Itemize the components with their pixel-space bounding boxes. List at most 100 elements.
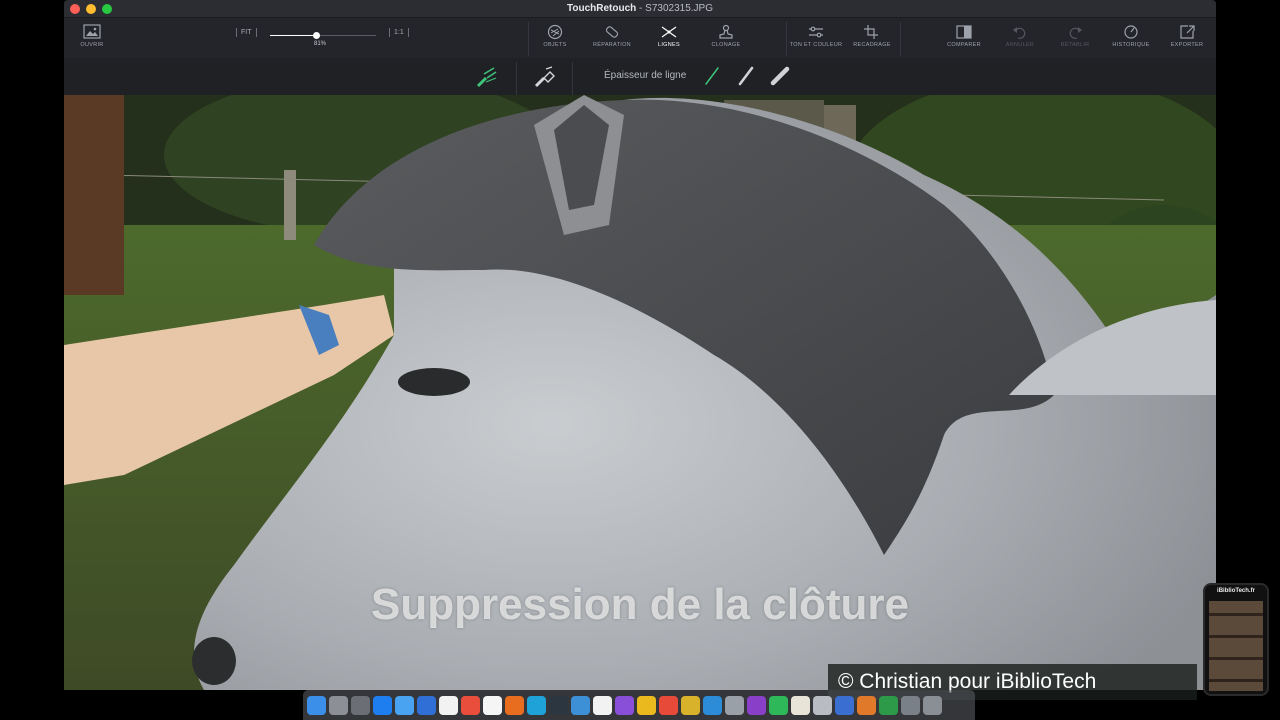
tool-lines-label: LIGNES: [658, 42, 680, 48]
compare-label: COMPARER: [947, 42, 981, 48]
photos-icon[interactable]: [483, 695, 502, 715]
youtube-icon[interactable]: [659, 695, 678, 715]
bandage-icon: [605, 26, 619, 38]
zoom-slider-knob[interactable]: [312, 32, 320, 39]
line-eraser-tool[interactable]: [532, 64, 558, 90]
chrome-icon[interactable]: [637, 695, 656, 715]
vlc-icon[interactable]: [857, 695, 876, 715]
browser-icon[interactable]: [527, 695, 546, 715]
tool-tone-color[interactable]: TON ET COULEUR: [788, 24, 844, 48]
appstore-icon[interactable]: [703, 695, 722, 715]
main-toolbar: OUVRIR FIT 81% 1:1 OBJETS RÉPARATION LIG…: [64, 18, 1216, 58]
excel-icon[interactable]: [571, 695, 590, 715]
channel-logo-text: iBiblioTech.fr: [1217, 588, 1255, 594]
line-width-thin[interactable]: [703, 65, 721, 87]
line-width-thick[interactable]: [768, 65, 792, 87]
redo-label: RÉTABLIR: [1060, 42, 1090, 48]
fit-button[interactable]: FIT: [236, 28, 257, 37]
tool-lines[interactable]: LIGNES: [641, 24, 697, 48]
zoom-slider-fill: [270, 35, 316, 36]
preview-icon[interactable]: [681, 695, 700, 715]
eraser-icon: [534, 66, 555, 88]
archive-icon[interactable]: [813, 695, 832, 715]
shelf-line: [1209, 613, 1263, 616]
image-icon: [83, 24, 101, 39]
history-button[interactable]: HISTORIQUE: [1103, 24, 1159, 48]
actual-size-button[interactable]: 1:1: [389, 28, 409, 37]
downloads-icon[interactable]: [901, 695, 920, 715]
undo-label: ANNULER: [1005, 42, 1035, 48]
objects-icon: [547, 24, 563, 40]
export-icon: [1180, 25, 1195, 39]
shelf-line: [1209, 679, 1263, 682]
export-button[interactable]: EXPORTER: [1159, 24, 1215, 48]
title-bar: TouchRetouch - S7302315.JPG: [64, 0, 1216, 18]
undo-icon: [1013, 27, 1026, 39]
undo-button[interactable]: ANNULER: [992, 24, 1048, 48]
sheets-icon[interactable]: [879, 695, 898, 715]
file-name: - S7302315.JPG: [636, 3, 713, 14]
macos-dock: [303, 690, 975, 720]
crop-icon: [864, 25, 878, 39]
mail-icon[interactable]: [417, 695, 436, 715]
tool-clone[interactable]: CLONAGE: [698, 24, 754, 48]
notes-icon[interactable]: [439, 695, 458, 715]
line-width-label: Épaisseur de ligne: [604, 70, 687, 81]
redo-icon: [1069, 27, 1082, 39]
redo-button[interactable]: RÉTABLIR: [1047, 24, 1103, 48]
toolbar-divider: [900, 22, 901, 56]
line-width-medium[interactable]: [736, 65, 756, 87]
screen: TouchRetouch - S7302315.JPG OUVRIR FIT 8…: [0, 0, 1280, 720]
tool-objects[interactable]: OBJETS: [527, 24, 583, 48]
affinity-icon[interactable]: [747, 695, 766, 715]
tool-tone-color-label: TON ET COULEUR: [789, 42, 843, 48]
app-name: TouchRetouch: [567, 3, 637, 14]
tool-repair[interactable]: RÉPARATION: [584, 24, 640, 48]
zoom-control: FIT 81% 1:1: [234, 28, 424, 48]
history-label: HISTORIQUE: [1112, 42, 1150, 48]
system-preferences-icon[interactable]: [351, 695, 370, 715]
safari-icon[interactable]: [395, 695, 414, 715]
stamp-icon: [719, 24, 733, 39]
pages-icon[interactable]: [791, 695, 810, 715]
finder-icon[interactable]: [307, 695, 326, 715]
reminders-icon[interactable]: [593, 695, 612, 715]
history-icon: [1124, 25, 1138, 39]
video-caption: Suppression de la clôture: [371, 580, 909, 629]
open-label: OUVRIR: [80, 42, 104, 48]
app-store-icon[interactable]: [373, 695, 392, 715]
subbar-divider: [516, 62, 517, 96]
channel-logo-widget: iBiblioTech.fr: [1203, 583, 1269, 696]
shelf-line: [1209, 635, 1263, 638]
zoom-slider[interactable]: [270, 32, 376, 39]
sliders-icon: [809, 26, 823, 38]
trash-icon[interactable]: [923, 695, 942, 715]
terminal-icon[interactable]: [549, 695, 568, 715]
open-button[interactable]: OUVRIR: [64, 24, 120, 48]
tool-objects-label: OBJETS: [543, 42, 567, 48]
lines-icon: [661, 26, 677, 38]
podcast-icon[interactable]: [615, 695, 634, 715]
utility-icon[interactable]: [725, 695, 744, 715]
line-brush-tool[interactable]: [474, 64, 500, 90]
tool-crop[interactable]: RECADRAGE: [844, 24, 900, 48]
tool-repair-label: RÉPARATION: [593, 42, 631, 48]
toolbar-divider: [786, 22, 787, 56]
lines-options-bar: Épaisseur de ligne: [64, 58, 1216, 96]
compare-button[interactable]: COMPARER: [936, 24, 992, 48]
tool-crop-label: RECADRAGE: [853, 42, 891, 48]
tool-clone-label: CLONAGE: [711, 42, 741, 48]
brush-icon: [476, 67, 497, 88]
shelf-line: [1209, 657, 1263, 660]
messages-icon[interactable]: [769, 695, 788, 715]
window-title: TouchRetouch - S7302315.JPG: [64, 3, 1216, 14]
subbar-divider: [572, 62, 573, 96]
bookshelf-image: [1209, 601, 1263, 691]
launchpad-icon[interactable]: [329, 695, 348, 715]
calendar-icon[interactable]: [461, 695, 480, 715]
firefox-icon[interactable]: [505, 695, 524, 715]
zoom-percent: 81%: [314, 41, 327, 47]
compare-icon: [956, 25, 972, 39]
export-label: EXPORTER: [1170, 42, 1204, 48]
word-icon[interactable]: [835, 695, 854, 715]
